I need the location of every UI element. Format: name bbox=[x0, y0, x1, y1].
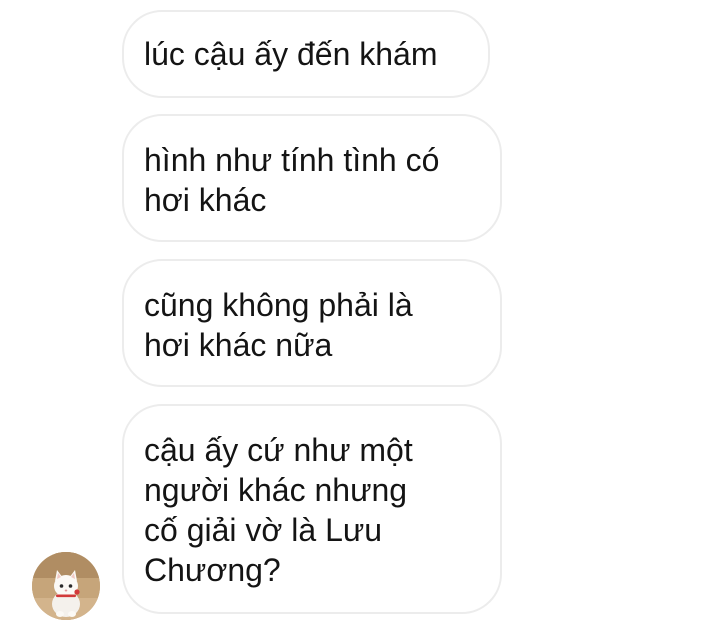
message-bubble[interactable]: lúc cậu ấy đến khám bbox=[122, 10, 490, 98]
message-text-line: hơi khác bbox=[144, 182, 267, 218]
message-bubble[interactable]: cậu ấy cứ như một người khác nhưng cố gi… bbox=[122, 404, 502, 614]
message-text-line: hình như tính tình có bbox=[144, 142, 440, 178]
message-text-line: cũng không phải là bbox=[144, 287, 413, 323]
message-text-line: Chương? bbox=[144, 552, 281, 588]
message-text-line: hơi khác nữa bbox=[144, 327, 333, 363]
message-text-line: cậu ấy cứ như một bbox=[144, 432, 413, 468]
message-text-line: người khác nhưng bbox=[144, 472, 408, 508]
message-text-line: lúc cậu ấy đến khám bbox=[144, 36, 438, 72]
message-bubble[interactable]: cũng không phải là hơi khác nữa bbox=[122, 259, 502, 387]
message-thread: lúc cậu ấy đến khám hình như tính tình c… bbox=[0, 0, 720, 625]
message-text-line: cố giải vờ là Lưu bbox=[144, 512, 383, 548]
message-bubble[interactable]: hình như tính tình có hơi khác bbox=[122, 114, 502, 242]
sender-avatar[interactable] bbox=[32, 552, 100, 620]
white-kitten-avatar-icon bbox=[32, 552, 100, 620]
